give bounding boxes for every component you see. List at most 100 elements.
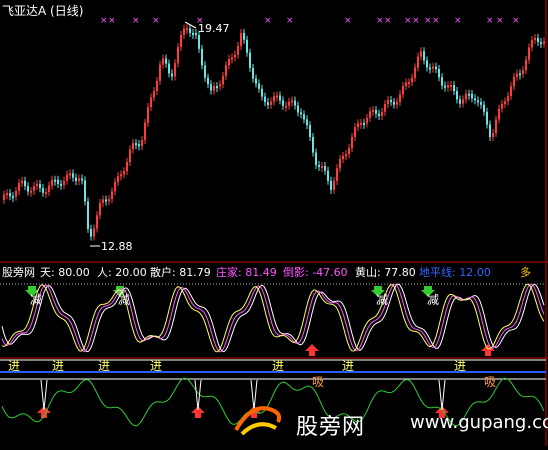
bottom-spike bbox=[40, 379, 48, 411]
top-x-marker: × bbox=[454, 16, 462, 26]
candle-body bbox=[138, 144, 140, 147]
candle-body bbox=[390, 99, 392, 102]
suck-signal-1: 吸 bbox=[312, 375, 324, 389]
candle-body bbox=[369, 111, 371, 118]
indicator-source: 股旁网 bbox=[2, 266, 35, 279]
candle-body bbox=[522, 70, 524, 75]
candle-body bbox=[231, 57, 233, 60]
candle-body bbox=[498, 108, 500, 120]
candle-body bbox=[279, 95, 281, 101]
candle-body bbox=[261, 88, 263, 97]
candle-body bbox=[399, 94, 401, 102]
top-x-marker: × bbox=[152, 16, 160, 26]
candle-body bbox=[78, 178, 80, 182]
candle-body bbox=[141, 140, 143, 147]
candle-body bbox=[537, 37, 539, 43]
candle-body bbox=[213, 86, 215, 91]
top-x-marker: × bbox=[432, 16, 440, 26]
top-x-marker: × bbox=[404, 16, 412, 26]
candle-body bbox=[21, 180, 23, 184]
enter-signal-1: 进 bbox=[8, 359, 20, 373]
candle-body bbox=[177, 47, 179, 64]
candle-body bbox=[426, 60, 428, 68]
candle-body bbox=[195, 33, 197, 36]
candle-body bbox=[327, 170, 329, 181]
top-x-marker: × bbox=[264, 16, 272, 26]
candle-body bbox=[288, 101, 290, 106]
candle-body bbox=[135, 143, 137, 146]
candle-body bbox=[255, 78, 257, 84]
candle-body bbox=[111, 191, 113, 200]
candle-body bbox=[294, 100, 296, 106]
candle-body bbox=[297, 105, 299, 113]
candle-body bbox=[372, 109, 374, 112]
chart-title: 飞亚达A (日线) bbox=[2, 4, 84, 18]
candle-body bbox=[387, 99, 389, 104]
reduce-signal-4: 减 bbox=[427, 293, 439, 307]
candle-body bbox=[360, 122, 362, 125]
candle-body bbox=[18, 183, 20, 191]
watermark-url: www.gupang.com bbox=[410, 412, 548, 433]
candle-body bbox=[39, 184, 41, 189]
candle-body bbox=[174, 63, 176, 77]
top-x-marker: × bbox=[424, 16, 432, 26]
top-x-marker: × bbox=[486, 16, 494, 26]
candle-body bbox=[105, 199, 107, 202]
candle-body bbox=[357, 123, 359, 128]
candle-body bbox=[438, 69, 440, 78]
indicator-sanhu: 散户: 81.79 bbox=[150, 266, 211, 279]
candle-body bbox=[264, 96, 266, 103]
top-x-marker: × bbox=[512, 16, 520, 26]
candle-body bbox=[15, 190, 17, 197]
stock-chart-window: × × × × × × × × × × × × × × × × × × 19.47 12.88 减 减 减 减 进… bbox=[0, 0, 548, 446]
chart-canvas[interactable]: × × × × × × × × × × × × × × × × × × 19.47 12.88 减 减 减 减 进… bbox=[0, 0, 548, 446]
candle-body bbox=[51, 179, 53, 186]
candle-body bbox=[303, 114, 305, 120]
candle-body bbox=[324, 165, 326, 171]
candle-body bbox=[405, 82, 407, 87]
candle-body bbox=[222, 75, 224, 85]
candle-body bbox=[543, 41, 545, 44]
candle-body bbox=[351, 136, 353, 149]
candle-body bbox=[186, 28, 188, 31]
candle-body bbox=[354, 127, 356, 137]
top-x-marker: × bbox=[376, 16, 384, 26]
candle-body bbox=[477, 100, 479, 103]
candle-body bbox=[291, 100, 293, 103]
reduce-signal-2: 减 bbox=[118, 293, 130, 307]
candle-body bbox=[471, 93, 473, 99]
candle-body bbox=[87, 201, 89, 229]
candle-body bbox=[27, 186, 29, 192]
candle-body bbox=[267, 102, 269, 105]
candle-body bbox=[375, 109, 377, 114]
watermark-text: 股旁网 bbox=[296, 415, 366, 440]
candle-body bbox=[519, 73, 521, 76]
candle-body bbox=[33, 186, 35, 191]
candle-body bbox=[402, 86, 404, 95]
candle-body bbox=[321, 165, 323, 168]
candle-body bbox=[207, 77, 209, 85]
candle-body bbox=[528, 47, 530, 60]
candle-body bbox=[348, 148, 350, 155]
candle-body bbox=[192, 32, 194, 35]
candle-body bbox=[3, 194, 5, 200]
candle-body bbox=[102, 199, 104, 203]
candle-body bbox=[423, 51, 425, 61]
candle-body bbox=[132, 143, 134, 150]
candle-body bbox=[45, 191, 47, 194]
top-x-marker: × bbox=[412, 16, 420, 26]
candle-body bbox=[210, 84, 212, 91]
candle-body bbox=[75, 177, 77, 182]
candle-body bbox=[384, 103, 386, 112]
kdj-line bbox=[1, 283, 545, 353]
candle-body bbox=[225, 65, 227, 76]
candle-body bbox=[513, 76, 515, 87]
candle-body bbox=[219, 84, 221, 87]
top-x-marker: × bbox=[132, 16, 140, 26]
suck-signal-2: 吸 bbox=[484, 375, 496, 389]
low-price-label: 12.88 bbox=[101, 240, 133, 253]
candle-body bbox=[507, 96, 509, 102]
candle-body bbox=[525, 59, 527, 71]
candle-body bbox=[495, 119, 497, 134]
kdj-line bbox=[1, 283, 545, 353]
